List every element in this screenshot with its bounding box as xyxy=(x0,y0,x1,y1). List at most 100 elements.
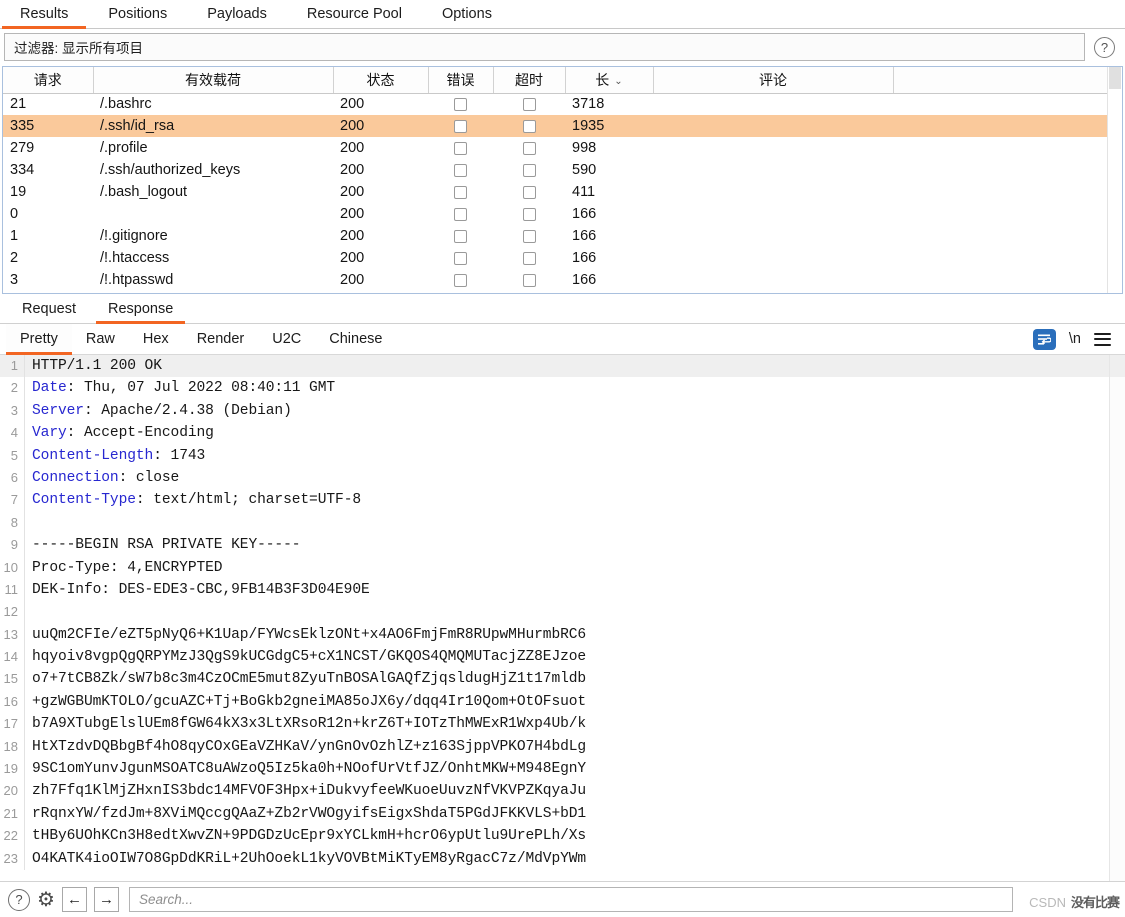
line-text[interactable]: Content-Type: text/html; charset=UTF-8 xyxy=(25,489,361,511)
line-text[interactable]: Server: Apache/2.4.38 (Debian) xyxy=(25,400,292,422)
search-input[interactable]: Search... xyxy=(128,887,1013,912)
table-row[interactable]: 21 /.bashrc 200 3718 xyxy=(3,93,1107,115)
line-text[interactable]: tHBy6UOhKCn3H8edtXwvZN+9PDGDzUcEpr9xYCLk… xyxy=(25,825,586,847)
cell-error xyxy=(428,159,493,181)
results-vertical-scrollbar[interactable] xyxy=(1107,67,1122,293)
line-text[interactable]: +gzWGBUmKTOLO/gcuAZC+Tj+BoGkb2gneiMA85oJ… xyxy=(25,691,586,713)
table-row[interactable]: 19 /.bash_logout 200 411 xyxy=(3,181,1107,203)
error-checkbox[interactable] xyxy=(454,141,467,155)
error-checkbox[interactable] xyxy=(454,273,467,287)
newline-toggle[interactable]: \n xyxy=(1069,331,1081,347)
column-header-filler[interactable] xyxy=(893,67,1107,94)
word-wrap-icon[interactable] xyxy=(1032,328,1056,350)
column-header-length[interactable]: 长 ⌄ xyxy=(565,67,654,94)
view-tab-hex[interactable]: Hex xyxy=(129,324,183,354)
line-number: 22 xyxy=(0,825,25,848)
cell-length: 166 xyxy=(572,272,597,288)
error-checkbox[interactable] xyxy=(454,251,467,265)
view-tool-group: \n xyxy=(1032,324,1125,354)
table-row[interactable]: 2 /!.htaccess 200 166 xyxy=(3,247,1107,269)
tab-resource-pool[interactable]: Resource Pool xyxy=(287,0,422,28)
chevron-down-icon[interactable]: ⌄ xyxy=(614,76,622,87)
line-text[interactable]: Content-Length: 1743 xyxy=(25,445,205,467)
column-header-request[interactable]: 请求 xyxy=(3,67,94,94)
timeout-checkbox[interactable] xyxy=(522,251,536,265)
view-tab-u2c[interactable]: U2C xyxy=(258,324,315,354)
scrollbar-thumb[interactable] xyxy=(1109,67,1121,89)
error-checkbox[interactable] xyxy=(454,119,467,133)
scrollbar-track[interactable] xyxy=(1110,377,1125,881)
line-text[interactable]: O4KATK4ioOIW7O8GpDdKRiL+2UhOoekL1kyVOVBt… xyxy=(25,848,586,870)
line-text[interactable]: Connection: close xyxy=(25,467,179,489)
view-tab-raw[interactable]: Raw xyxy=(72,324,129,354)
response-line: 22 tHBy6UOhKCn3H8edtXwvZN+9PDGDzUcEpr9xYC… xyxy=(0,825,1109,848)
results-table-scroll[interactable]: 请求 有效载荷 状态 错误 超时长 ⌄ 评论 21/.bashrc 200 3718 335/.s… xyxy=(3,67,1107,293)
line-text[interactable]: o7+7tCB8Zk/sW7b8c3m4CzOCmE5mut8ZyuTnBOSA… xyxy=(25,668,586,690)
table-row[interactable]: 335/.ssh/id_rsa 200 1935 xyxy=(3,115,1107,137)
response-code-area[interactable]: 1 HTTP/1.1 200 OK 2 Date: Thu, 07 Jul 2022 … xyxy=(0,355,1109,881)
line-text[interactable] xyxy=(25,601,32,623)
tab-positions[interactable]: Positions xyxy=(88,0,187,28)
tab-payloads[interactable]: Payloads xyxy=(187,0,287,28)
gear-icon[interactable]: ⚙ xyxy=(37,890,55,910)
table-row[interactable]: 334 /.ssh/authorized_keys 200 590 xyxy=(3,159,1107,181)
line-text[interactable]: -----BEGIN RSA PRIVATE KEY----- xyxy=(25,534,300,556)
question-mark-icon[interactable]: ? xyxy=(8,888,30,911)
cell-status: 200 xyxy=(340,140,365,156)
response-vertical-scrollbar[interactable] xyxy=(1109,355,1125,881)
column-header-comment[interactable]: 评论 xyxy=(653,67,894,94)
line-text[interactable]: zh7Ffq1KlMjZHxnIS3bdc14MFVOF3Hpx+iDukvyf… xyxy=(25,780,586,802)
line-text[interactable]: b7A9XTubgElslUEm8fGW64kX3x3LtXRsoR12n+kr… xyxy=(25,713,586,735)
timeout-checkbox[interactable] xyxy=(522,207,536,221)
timeout-checkbox[interactable] xyxy=(522,273,536,287)
timeout-checkbox[interactable] xyxy=(522,141,536,155)
timeout-checkbox[interactable] xyxy=(522,185,536,199)
view-tab-render[interactable]: Render xyxy=(183,324,259,354)
cell-length: 1935 xyxy=(565,115,653,137)
table-row[interactable]: 279 /.profile 200 998 xyxy=(3,137,1107,159)
response-line: 2 Date: Thu, 07 Jul 2022 08:40:11 GMT xyxy=(0,377,1109,400)
line-text[interactable]: HTTP/1.1 200 OK xyxy=(25,355,162,377)
line-text[interactable]: DEK-Info: DES-EDE3-CBC,9FB14B3F3D04E90E xyxy=(25,579,370,601)
tab-options[interactable]: Options xyxy=(422,0,512,28)
back-button[interactable]: ← xyxy=(61,887,87,912)
line-text[interactable]: Proc-Type: 4,ENCRYPTED xyxy=(25,557,223,579)
line-text[interactable]: Date: Thu, 07 Jul 2022 08:40:11 GMT xyxy=(25,377,335,399)
tab-request[interactable]: Request xyxy=(6,294,92,323)
view-tab-pretty[interactable]: Pretty xyxy=(6,324,72,355)
error-checkbox[interactable] xyxy=(454,97,467,111)
column-header-timeout[interactable]: 超时 xyxy=(493,67,566,94)
menu-icon[interactable] xyxy=(1094,332,1111,346)
line-text[interactable]: HtXTzdvDQBbgBf4hO8qyCOxGEaVZHKaV/ynGnOvO… xyxy=(25,736,586,758)
cell-request: 21 xyxy=(10,96,27,113)
column-header-payload[interactable]: 有效载荷 xyxy=(93,67,334,94)
error-checkbox[interactable] xyxy=(454,229,467,243)
cell-timeout xyxy=(493,269,565,291)
tab-results[interactable]: Results xyxy=(0,0,88,29)
error-checkbox[interactable] xyxy=(454,163,467,177)
question-mark-icon[interactable]: ? xyxy=(1094,36,1115,58)
error-checkbox[interactable] xyxy=(454,185,467,199)
error-checkbox[interactable] xyxy=(454,207,467,221)
column-header-error[interactable]: 错误 xyxy=(428,67,494,94)
table-row[interactable]: 0 200 166 xyxy=(3,203,1107,225)
table-row[interactable]: 1 /!.gitignore 200 166 xyxy=(3,225,1107,247)
cell-payload: /!.htpasswd xyxy=(100,272,174,288)
scrollbar-thumb[interactable] xyxy=(1110,355,1125,377)
column-header-status[interactable]: 状态 xyxy=(333,67,429,94)
forward-button[interactable]: → xyxy=(93,887,119,912)
line-text[interactable]: hqyoiv8vgpQgQRPYMzJ3QgS9kUCGdgC5+cX1NCST… xyxy=(25,646,586,668)
line-text[interactable]: 9SC1omYunvJgunMSOATC8uAWzoQ5Iz5ka0h+NOof… xyxy=(25,758,586,780)
timeout-checkbox[interactable] xyxy=(522,119,536,133)
line-text[interactable]: rRqnxYW/fzdJm+8XViMQccgQAaZ+Zb2rVWOgyifs… xyxy=(25,803,586,825)
table-row[interactable]: 3 /!.htpasswd 200 166 xyxy=(3,269,1107,291)
line-text[interactable]: Vary: Accept-Encoding xyxy=(25,422,214,444)
timeout-checkbox[interactable] xyxy=(522,97,536,111)
view-tab-chinese[interactable]: Chinese xyxy=(315,324,396,354)
line-text[interactable]: uuQm2CFIe/eZT5pNyQ6+K1Uap/FYWcsEklzONt+x… xyxy=(25,624,586,646)
filter-bar[interactable]: 过滤器: 显示所有项目 xyxy=(4,33,1085,61)
timeout-checkbox[interactable] xyxy=(522,163,536,177)
tab-response[interactable]: Response xyxy=(92,294,189,324)
timeout-checkbox[interactable] xyxy=(522,229,536,243)
line-text[interactable] xyxy=(25,512,32,534)
